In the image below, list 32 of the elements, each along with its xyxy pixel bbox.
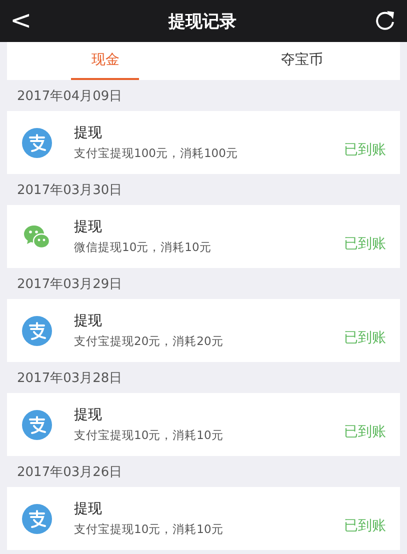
status-label: 已到账 <box>344 140 386 158</box>
date-heading: 2017年03月26日 <box>16 464 124 482</box>
alipay-icon <box>22 504 52 534</box>
record-card[interactable]: 提现 支付宝提现10元，消耗10元 已到账 <box>7 393 400 456</box>
back-button[interactable]: < <box>10 8 32 34</box>
record-card[interactable]: 提现 支付宝提现100元，消耗100元 已到账 <box>7 111 400 174</box>
date-heading: 2017年04月09日 <box>16 88 124 106</box>
alipay-icon <box>22 410 52 440</box>
record-title: 提现 <box>74 218 103 236</box>
record-title: 提现 <box>74 124 103 142</box>
record-detail: 支付宝提现100元，消耗100元 <box>74 146 239 161</box>
status-label: 已到账 <box>344 234 386 252</box>
record-title: 提现 <box>74 312 103 330</box>
alipay-icon <box>22 316 52 346</box>
status-label: 已到账 <box>344 516 386 534</box>
status-label: 已到账 <box>344 328 386 346</box>
record-card[interactable]: 提现 微信提现10元，消耗10元 已到账 <box>7 205 400 268</box>
record-detail: 支付宝提现10元，消耗10元 <box>74 428 224 443</box>
alipay-icon <box>22 128 52 158</box>
page-title: 提现记录 <box>168 10 236 32</box>
date-heading: 2017年03月30日 <box>16 182 124 200</box>
record-card[interactable]: 提现 支付宝提现20元，消耗20元 已到账 <box>7 299 400 362</box>
record-detail: 微信提现10元，消耗10元 <box>74 240 212 255</box>
date-heading: 2017年03月29日 <box>16 276 124 294</box>
record-detail: 支付宝提现20元，消耗20元 <box>74 334 224 349</box>
status-label: 已到账 <box>344 422 386 440</box>
tab[interactable]: 夺宝币 <box>204 42 400 80</box>
record-title: 提现 <box>74 406 103 424</box>
record-card[interactable]: 提现 支付宝提现10元，消耗10元 已到账 <box>7 487 400 550</box>
record-detail: 支付宝提现10元，消耗10元 <box>74 522 224 537</box>
date-heading: 2017年03月28日 <box>16 370 124 388</box>
record-title: 提现 <box>74 500 103 518</box>
